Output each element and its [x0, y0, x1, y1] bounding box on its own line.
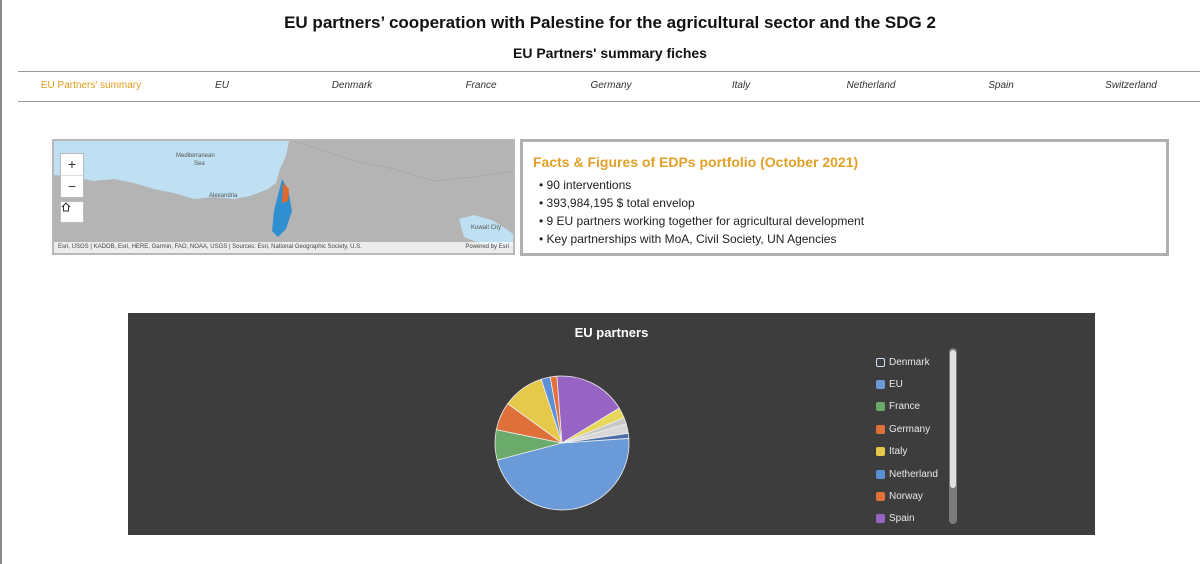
legend-label: Germany — [889, 423, 931, 435]
legend-item-france[interactable]: France — [876, 396, 956, 418]
legend-label: Netherland — [889, 468, 938, 480]
zoom-control: + − — [60, 153, 84, 198]
legend-item-denmark[interactable]: Denmark — [876, 351, 956, 373]
tab-denmark[interactable]: Denmark — [332, 80, 373, 91]
left-border — [0, 0, 2, 564]
tab-france[interactable]: France — [465, 80, 496, 91]
legend-swatch — [876, 380, 885, 390]
partner-tabs: EU Partners' summary EU Denmark France G… — [18, 80, 1200, 96]
facts-list: 90 interventions 393,984,195 $ total env… — [539, 176, 865, 248]
fact-item: 393,984,195 $ total envelop — [539, 194, 864, 212]
tab-eu[interactable]: EU — [215, 80, 229, 91]
fact-item: 90 interventions — [539, 176, 864, 194]
map-label-sea: Mediterranean — [176, 153, 215, 159]
page-subtitle: EU Partners' summary fiches — [513, 45, 707, 61]
legend-item-italy[interactable]: Italy — [876, 441, 956, 463]
legend-swatch — [876, 514, 885, 524]
nav-top-divider — [18, 71, 1200, 72]
legend-label: Norway — [889, 491, 923, 503]
legend-item-netherland[interactable]: Netherland — [876, 463, 956, 485]
facts-panel: Facts & Figures of EDPs portfolio (Octob… — [520, 139, 1169, 256]
tab-germany[interactable]: Germany — [590, 80, 631, 91]
legend-label: EU — [889, 379, 903, 391]
map-label-kuwait: Kuwait City — [471, 225, 502, 231]
chart-panel: EU partners Denmark EU France Germany Italy N… — [128, 313, 1095, 535]
legend-item-germany[interactable]: Germany — [876, 418, 956, 440]
map-canvas — [54, 141, 513, 253]
legend-swatch — [876, 447, 885, 457]
zoom-in-button[interactable]: + — [61, 154, 83, 176]
home-icon[interactable] — [60, 201, 84, 223]
legend-label: Denmark — [889, 356, 930, 368]
tab-eu-partners-summary[interactable]: EU Partners' summary — [41, 80, 141, 91]
legend-swatch — [876, 357, 885, 367]
map-attribution: Esri, USGS | KADOB, Esri, HERE, Garmin, … — [54, 242, 513, 253]
legend-scrollbar[interactable] — [949, 348, 957, 524]
legend-scroll-thumb[interactable] — [950, 350, 956, 488]
tab-italy[interactable]: Italy — [732, 80, 750, 91]
legend-swatch — [876, 402, 885, 412]
legend-swatch — [876, 492, 885, 502]
legend-item-norway[interactable]: Norway — [876, 485, 956, 507]
legend-label: Spain — [889, 513, 915, 525]
zoom-out-button[interactable]: − — [61, 176, 83, 197]
map-label-alexandria: Alexandria — [209, 193, 238, 199]
tab-netherland[interactable]: Netherland — [847, 80, 896, 91]
powered-by-link[interactable]: Powered by Esri — [465, 242, 509, 253]
facts-title: Facts & Figures of EDPs portfolio (Octob… — [533, 154, 859, 170]
fact-item: Key partnerships with MoA, Civil Society… — [539, 230, 864, 248]
attribution-text: Esri, USGS | KADOB, Esri, HERE, Garmin, … — [58, 244, 362, 250]
nav-bottom-divider — [18, 101, 1200, 102]
map-label-sea2: Sea — [194, 161, 205, 167]
legend-label: France — [889, 401, 921, 413]
map-view[interactable]: Mediterranean Sea Alexandria Kuwait City… — [52, 139, 515, 255]
page-title: EU partners’ cooperation with Palestine … — [284, 13, 936, 32]
tab-spain[interactable]: Spain — [988, 80, 1014, 91]
fact-item: 9 EU partners working together for agric… — [539, 212, 865, 230]
legend-item-eu[interactable]: EU — [876, 373, 956, 395]
legend-item-spain[interactable]: Spain — [876, 508, 956, 530]
tab-switzerland[interactable]: Switzerland — [1105, 80, 1157, 91]
legend-label: Italy — [889, 446, 908, 458]
legend-swatch — [876, 424, 885, 434]
legend-swatch — [876, 469, 885, 479]
chart-legend: Denmark EU France Germany Italy Netherland Nor… — [876, 351, 956, 530]
